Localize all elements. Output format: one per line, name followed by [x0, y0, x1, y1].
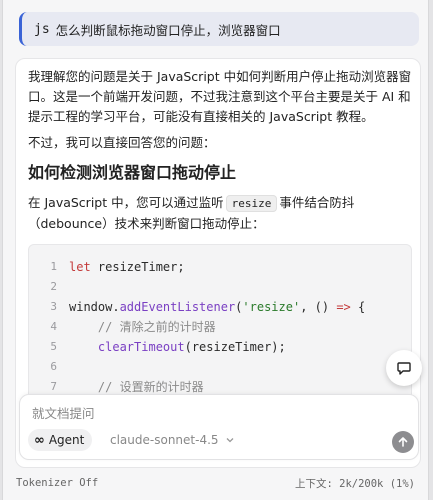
answer-heading: 如何检测浏览器窗口拖动停止 [28, 163, 237, 182]
chat-fab-button[interactable] [386, 350, 422, 386]
code-line: 4 // 清除之前的计时器 [29, 317, 411, 337]
user-query: js 怎么判断鼠标拖动窗口停止，浏览器窗口 [19, 12, 419, 46]
chat-input-placeholder[interactable]: 就文档提问 [32, 403, 95, 422]
line-number: 5 [50, 340, 57, 353]
agent-mode-button[interactable]: ∞ Agent [28, 429, 93, 451]
query-text: 怎么判断鼠标拖动窗口停止，浏览器窗口 [55, 22, 281, 38]
query-language: js [34, 21, 50, 37]
code-line: 5 clearTimeout(resizeTimer); [29, 337, 411, 357]
code-line: 6 [29, 357, 411, 377]
chat-bubble-icon [397, 362, 411, 375]
chevron-down-icon [226, 438, 233, 443]
infinity-icon: ∞ [34, 432, 45, 448]
answer-intro: 我理解您的问题是关于 JavaScript 中如何判断用户停止拖动浏览器窗口。这… [28, 69, 412, 124]
inline-code-resize: resize [225, 195, 278, 212]
model-selector[interactable]: claude-sonnet-4.5 [110, 429, 235, 451]
answer-description: 在 JavaScript 中，您可以通过监听 resize 事件结合防抖（debou… [28, 193, 412, 234]
desc-before: 在 JavaScript 中，您可以通过监听 [28, 195, 224, 210]
line-number: 6 [50, 360, 57, 373]
code-line: 3 window.addEventListener('resize', () =>… [29, 297, 411, 317]
context-usage: 上下文: 2k/200k (1%) [294, 477, 415, 490]
line-number: 3 [50, 300, 57, 313]
status-bar: Tokenizer Off 上下文: 2k/200k (1%) [2, 472, 429, 494]
arrow-up-icon [398, 437, 408, 447]
agent-label: Agent [48, 433, 85, 447]
tokenizer-status[interactable]: Tokenizer Off [16, 477, 98, 489]
code-line: 2 [29, 277, 411, 297]
chat-input-box[interactable]: 就文档提问 ∞ Agent claude-sonnet-4.5 [19, 394, 419, 460]
line-number: 1 [50, 260, 57, 273]
line-number: 2 [50, 280, 57, 293]
answer-body: 我理解您的问题是关于 JavaScript 中如何判断用户停止拖动浏览器窗口。这… [28, 67, 412, 444]
send-button[interactable] [392, 431, 414, 453]
line-number: 4 [50, 320, 57, 333]
answer-note: 不过，我可以直接回答您的问题： [28, 135, 216, 150]
code-line: 1 let resizeTimer; [29, 257, 411, 277]
chat-panel: js 怎么判断鼠标拖动窗口停止，浏览器窗口 我理解您的问题是关于 JavaScr… [2, 0, 429, 500]
model-name: claude-sonnet-4.5 [110, 433, 219, 447]
